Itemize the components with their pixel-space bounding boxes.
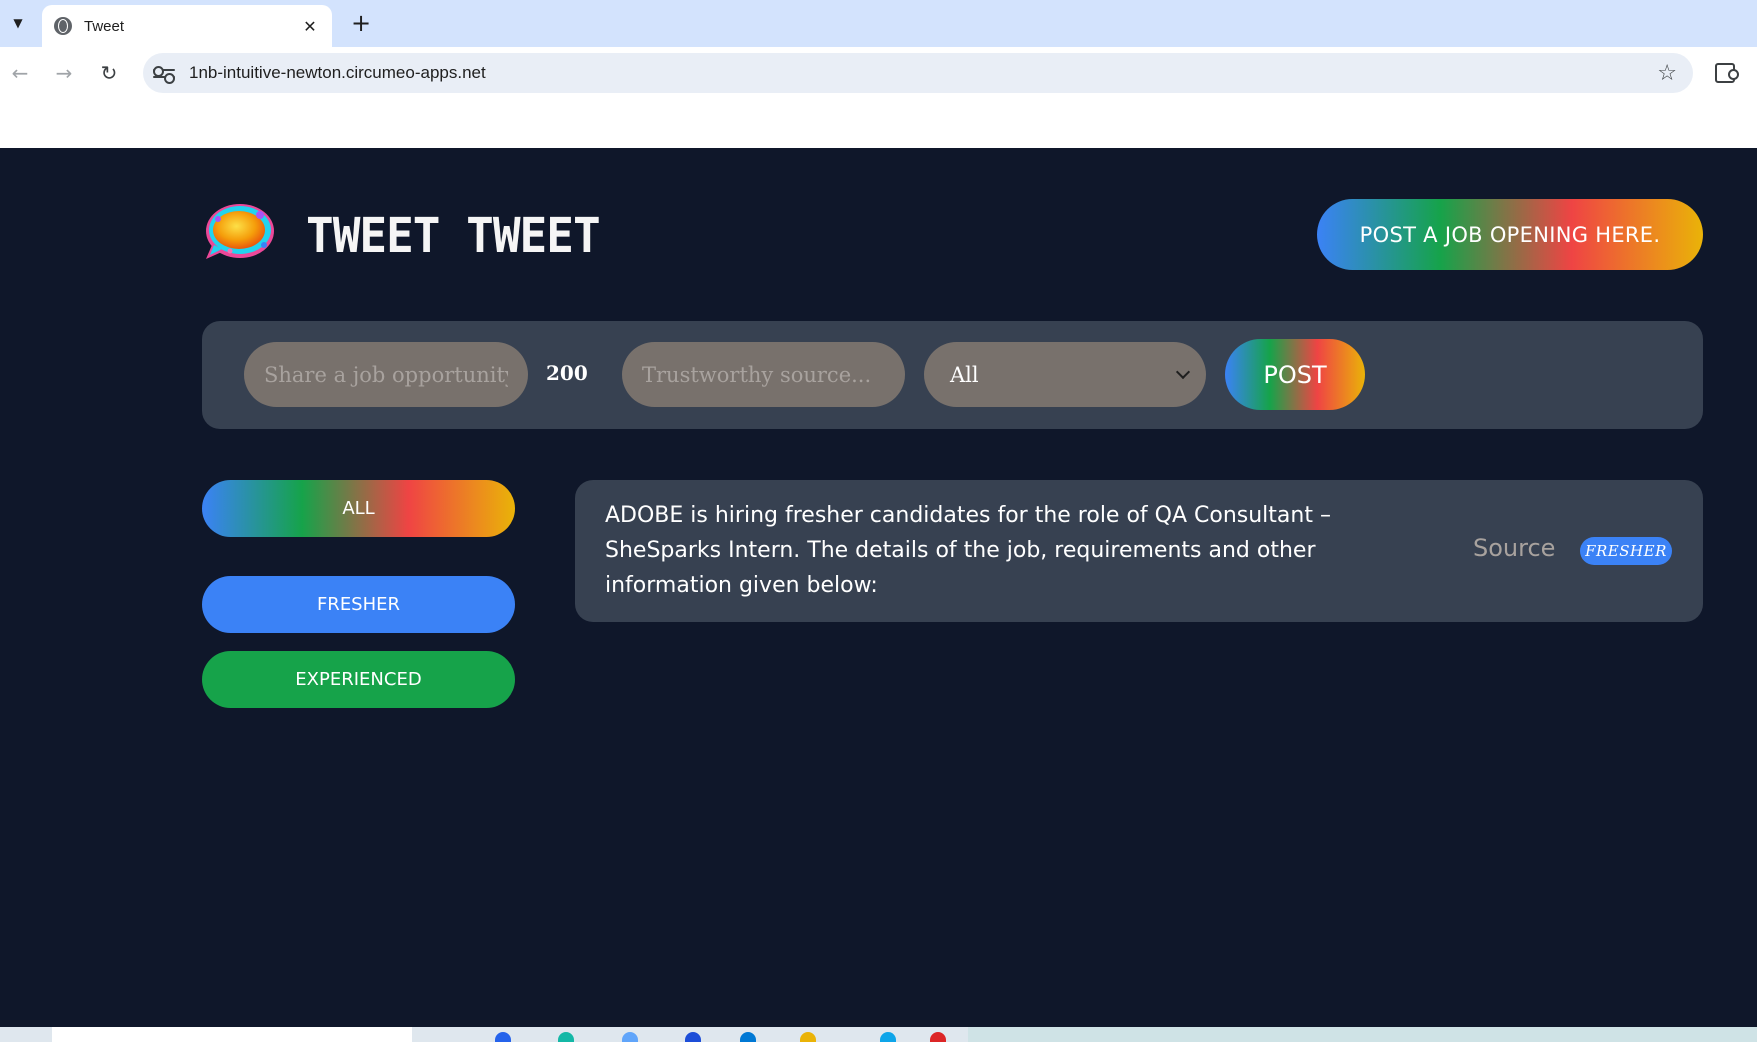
job-post-form: 200 All POST [202, 321, 1703, 429]
close-icon[interactable]: ✕ [300, 17, 320, 36]
site-settings-icon[interactable] [153, 62, 175, 84]
address-bar[interactable]: 1nb-intuitive-newton.circumeo-apps.net ☆ [143, 53, 1693, 93]
taskbar-app-icon[interactable] [558, 1032, 574, 1042]
post-job-opening-button[interactable]: POST A JOB OPENING HERE. [1317, 199, 1703, 270]
brand-title: TWEET TWEET [306, 206, 601, 264]
tab-title: Tweet [84, 17, 125, 35]
source-input[interactable] [622, 342, 905, 407]
filter-experienced-button[interactable]: EXPERIENCED [202, 651, 515, 708]
browser-tab-strip: ▼ Tweet ✕ + [0, 0, 1757, 47]
bookmark-star-icon[interactable]: ☆ [1657, 61, 1677, 86]
category-selected-value: All [950, 362, 979, 387]
job-post-card: ADOBE is hiring fresher candidates for t… [575, 480, 1703, 622]
category-select[interactable]: All [924, 342, 1206, 407]
job-opportunity-input[interactable] [244, 342, 528, 407]
job-post-text: ADOBE is hiring fresher candidates for t… [605, 503, 1331, 598]
job-post-source-link[interactable]: Source [1473, 534, 1555, 562]
speech-bubble-logo-icon [206, 204, 274, 259]
job-post-category-tag: FRESHER [1580, 537, 1672, 565]
new-tab-plus-icon[interactable]: + [346, 8, 376, 38]
browser-toolbar: ← → ↻ 1nb-intuitive-newton.circumeo-apps… [0, 47, 1757, 99]
taskbar-app-icon[interactable] [685, 1032, 701, 1042]
taskbar-app-icon[interactable] [740, 1032, 756, 1042]
browser-tab[interactable]: Tweet ✕ [42, 5, 332, 47]
taskbar-app-icon[interactable] [800, 1032, 816, 1042]
globe-icon [54, 17, 72, 35]
os-taskbar [0, 1027, 1757, 1042]
page-top-strip [0, 99, 1757, 148]
taskbar-app-icon[interactable] [880, 1032, 896, 1042]
tab-search-chevron-icon[interactable]: ▼ [4, 10, 32, 36]
chevron-down-icon [1175, 364, 1191, 379]
app-root: TWEET TWEET POST A JOB OPENING HERE. 200… [0, 148, 1757, 1027]
url-text[interactable]: 1nb-intuitive-newton.circumeo-apps.net [189, 63, 1657, 83]
forward-arrow-icon[interactable]: → [50, 59, 78, 87]
taskbar-search-area[interactable] [52, 1027, 412, 1042]
extensions-puzzle-icon[interactable] [1712, 60, 1739, 86]
character-count: 200 [546, 361, 588, 385]
taskbar-app-icon[interactable] [622, 1032, 638, 1042]
reload-icon[interactable]: ↻ [95, 59, 123, 87]
taskbar-wallpaper-strip [968, 1027, 1757, 1042]
back-arrow-icon[interactable]: ← [6, 59, 34, 87]
taskbar-app-icon[interactable] [930, 1032, 946, 1042]
post-button[interactable]: POST [1225, 339, 1365, 410]
filter-fresher-button[interactable]: FRESHER [202, 576, 515, 633]
taskbar-app-icon[interactable] [495, 1032, 511, 1042]
filter-all-button[interactable]: ALL [202, 480, 515, 537]
